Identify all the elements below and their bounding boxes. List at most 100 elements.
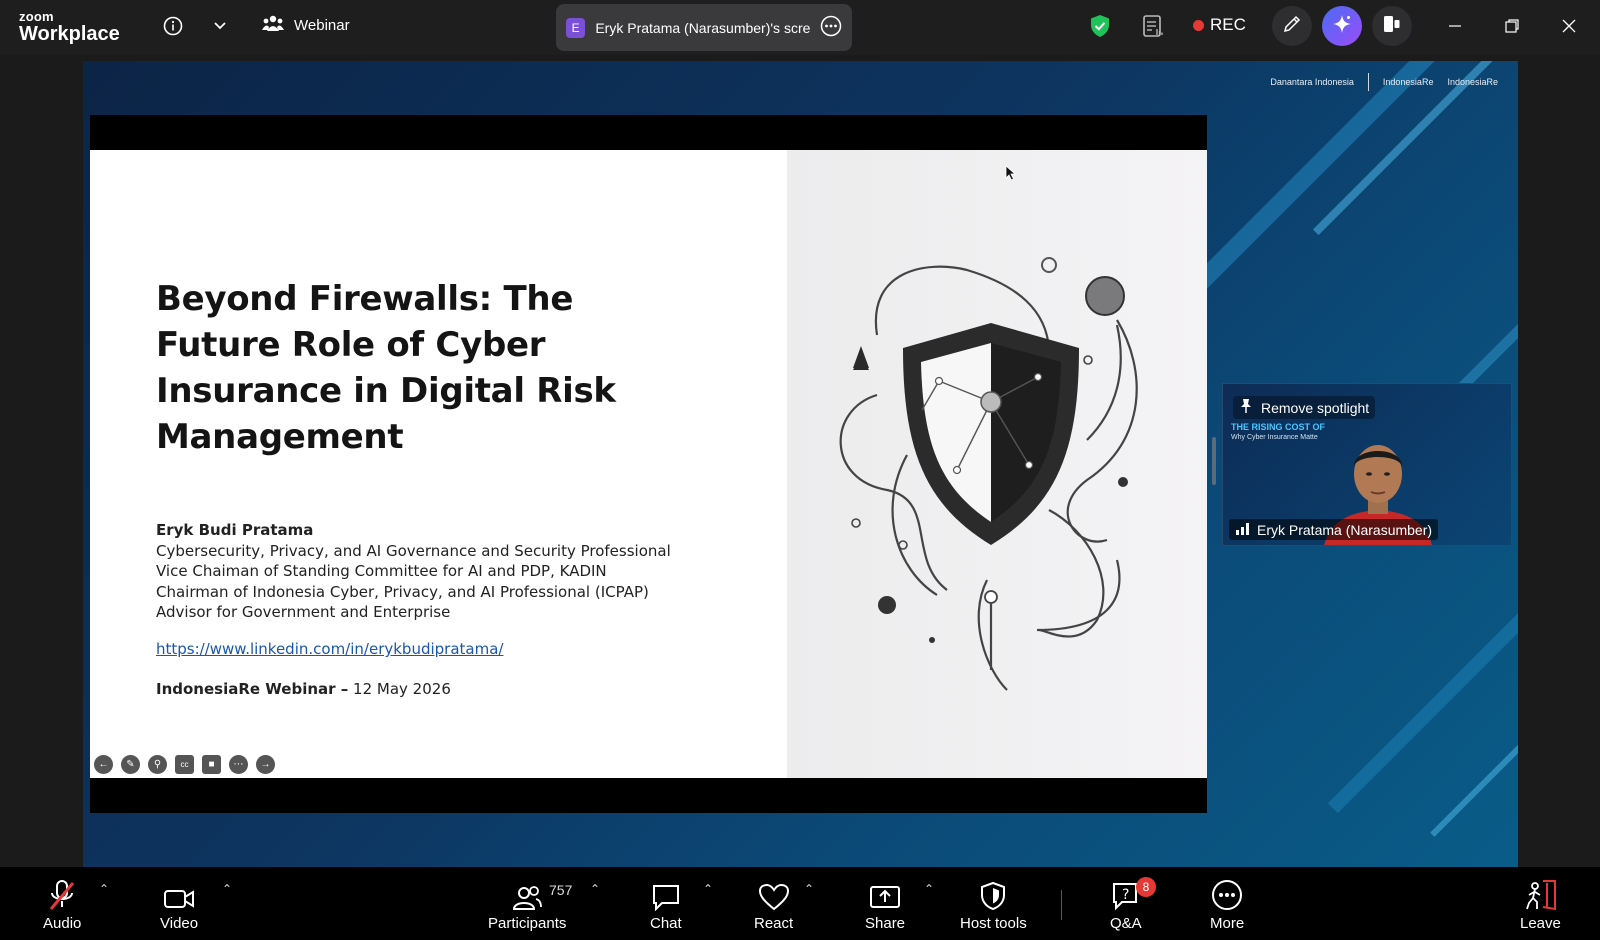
danantara-logo: Danantara Indonesia: [1270, 77, 1354, 87]
video-label: Video: [160, 915, 199, 932]
recording-indicator[interactable]: REC: [1193, 15, 1246, 35]
muted-microphone-icon: [47, 877, 77, 911]
leave-label: Leave: [1520, 915, 1561, 932]
participants-options-chevron-icon[interactable]: ⌃: [590, 882, 600, 896]
meeting-type-text: Webinar: [294, 16, 350, 34]
chat-options-chevron-icon[interactable]: ⌃: [703, 882, 713, 896]
toolbar-divider: [1061, 890, 1062, 920]
side-panel-icon: [1381, 13, 1403, 40]
leave-button[interactable]: Leave: [1520, 877, 1561, 932]
react-options-chevron-icon[interactable]: ⌃: [804, 882, 814, 896]
video-button[interactable]: Video: [160, 877, 198, 932]
webinar-icon: [262, 14, 284, 36]
presenter-name: Eryk Budi Pratama: [156, 521, 314, 539]
indonesiare-logo: IndonesiaRe: [1382, 77, 1434, 87]
captions-icon[interactable]: cc: [175, 755, 194, 774]
encryption-shield-icon[interactable]: [1087, 13, 1113, 39]
video-options-chevron-icon[interactable]: ⌃: [222, 882, 232, 896]
share-button[interactable]: Share: [865, 877, 905, 932]
zoom-icon[interactable]: ⚲: [148, 755, 167, 774]
info-icon[interactable]: [160, 13, 186, 39]
participant-name: Eryk Pratama (Narasumber): [1257, 521, 1433, 538]
annotate-button[interactable]: [1272, 6, 1312, 46]
event-date: 12 May 2026: [348, 680, 451, 698]
spotlight-video-tile[interactable]: THE RISING COST OF Why Cyber Insurance M…: [1222, 383, 1512, 546]
slideshow-toolbar: ← ✎ ⚲ cc ■ ⋯ →: [94, 755, 275, 774]
react-label: React: [754, 915, 794, 932]
remove-spotlight-button[interactable]: Remove spotlight: [1233, 396, 1376, 419]
tile-background-subtitle: Why Cyber Insurance Matte: [1231, 434, 1318, 441]
chat-button[interactable]: Chat: [650, 877, 682, 932]
linkedin-link[interactable]: https://www.linkedin.com/in/erykbudiprat…: [156, 640, 503, 658]
more-label: More: [1210, 915, 1245, 932]
notes-icon[interactable]: [1140, 13, 1166, 39]
host-tools-button[interactable]: Host tools: [960, 877, 1027, 932]
spotlight-label: Remove spotlight: [1261, 399, 1370, 416]
more-options-icon[interactable]: ⋯: [229, 755, 248, 774]
recording-label: REC: [1210, 15, 1246, 34]
minimize-icon[interactable]: [1442, 13, 1468, 39]
shield-illustration: [839, 257, 1138, 691]
qa-label: Q&A: [1110, 915, 1142, 932]
more-dots-icon: [1211, 877, 1243, 911]
slide-title: Beyond Firewalls: The Future Role of Cyb…: [156, 279, 616, 457]
next-slide-icon[interactable]: →: [256, 755, 275, 774]
tile-background-title: THE RISING COST OF: [1231, 422, 1326, 432]
webinar-label: Webinar: [262, 14, 350, 36]
signal-strength-icon: [1235, 521, 1251, 538]
video-camera-icon: [163, 877, 195, 911]
presenter-role: Advisor for Government and Enterprise: [156, 603, 451, 621]
screen-share-label: Eryk Pratama (Narasumber)'s scre: [595, 19, 810, 36]
participant-name-tag: Eryk Pratama (Narasumber): [1229, 519, 1439, 540]
meeting-controls: Audio ⌃ Video ⌃ Participants 757 ⌃ Chat …: [0, 867, 1600, 940]
camera-icon[interactable]: ■: [202, 755, 221, 774]
presenter-role: Cybersecurity, Privacy, and AI Governanc…: [156, 541, 671, 560]
pencil-icon: [1282, 14, 1302, 39]
chevron-down-icon[interactable]: [207, 13, 233, 39]
pen-tool-icon[interactable]: ✎: [121, 755, 140, 774]
shared-screen: Beyond Firewalls: The Future Role of Cyb…: [90, 115, 1207, 813]
pin-icon: [1239, 398, 1253, 417]
event-line: IndonesiaRe Webinar – 12 May 2026: [156, 680, 451, 698]
share-label: Share: [865, 915, 906, 932]
host-tools-label: Host tools: [960, 915, 1027, 932]
participants-icon: [512, 877, 543, 911]
screen-share-indicator[interactable]: E Eryk Pratama (Narasumber)'s scre: [556, 4, 852, 51]
sparkle-icon: [1331, 13, 1353, 40]
mouse-cursor-icon: [1005, 165, 1017, 186]
tile-resize-handle[interactable]: [1212, 437, 1216, 485]
share-screen-icon: [869, 877, 901, 911]
chat-icon: [651, 877, 681, 911]
qa-count-badge: 8: [1136, 877, 1156, 897]
record-dot-icon: [1193, 19, 1204, 31]
share-options-chevron-icon[interactable]: ⌃: [924, 882, 934, 896]
presentation-slide: Beyond Firewalls: The Future Role of Cyb…: [90, 150, 1207, 778]
logo-zoom-text: zoom: [19, 9, 54, 24]
participants-count: 757: [549, 882, 573, 898]
svg-text:?: ?: [1122, 887, 1129, 903]
previous-slide-icon[interactable]: ←: [94, 755, 113, 774]
top-bar: zoom Workplace Webinar E Eryk Pratama (N…: [0, 0, 1600, 55]
audio-options-chevron-icon[interactable]: ⌃: [99, 882, 109, 896]
more-options-icon[interactable]: [820, 15, 842, 40]
indonesiare-wordmark: IndonesiaRe: [1447, 77, 1498, 87]
participants-label: Participants: [488, 915, 567, 932]
audio-button[interactable]: Audio: [43, 877, 81, 932]
more-button[interactable]: More: [1210, 877, 1244, 932]
brand-logos: Danantara Indonesia IndonesiaRe Indonesi…: [1270, 73, 1498, 91]
chat-label: Chat: [650, 915, 682, 932]
host-tools-shield-icon: [979, 877, 1007, 911]
apps-panel-button[interactable]: [1372, 6, 1412, 46]
slide-illustration-panel: [787, 150, 1207, 778]
sharer-avatar-badge: E: [566, 17, 586, 38]
presenter-role: Vice Chaiman of Standing Committee for A…: [156, 562, 607, 580]
restore-icon[interactable]: [1499, 13, 1525, 39]
ai-companion-button[interactable]: [1322, 6, 1362, 46]
close-icon[interactable]: [1556, 13, 1582, 39]
presenter-role: Chairman of Indonesia Cyber, Privacy, an…: [156, 582, 649, 601]
zoom-workplace-logo: zoom Workplace: [19, 10, 120, 44]
audio-label: Audio: [43, 915, 82, 932]
logo-workplace-text: Workplace: [19, 23, 120, 45]
react-button[interactable]: React: [754, 877, 793, 932]
presenter-info: Eryk Budi Pratama Cybersecurity, Privacy…: [156, 520, 671, 623]
